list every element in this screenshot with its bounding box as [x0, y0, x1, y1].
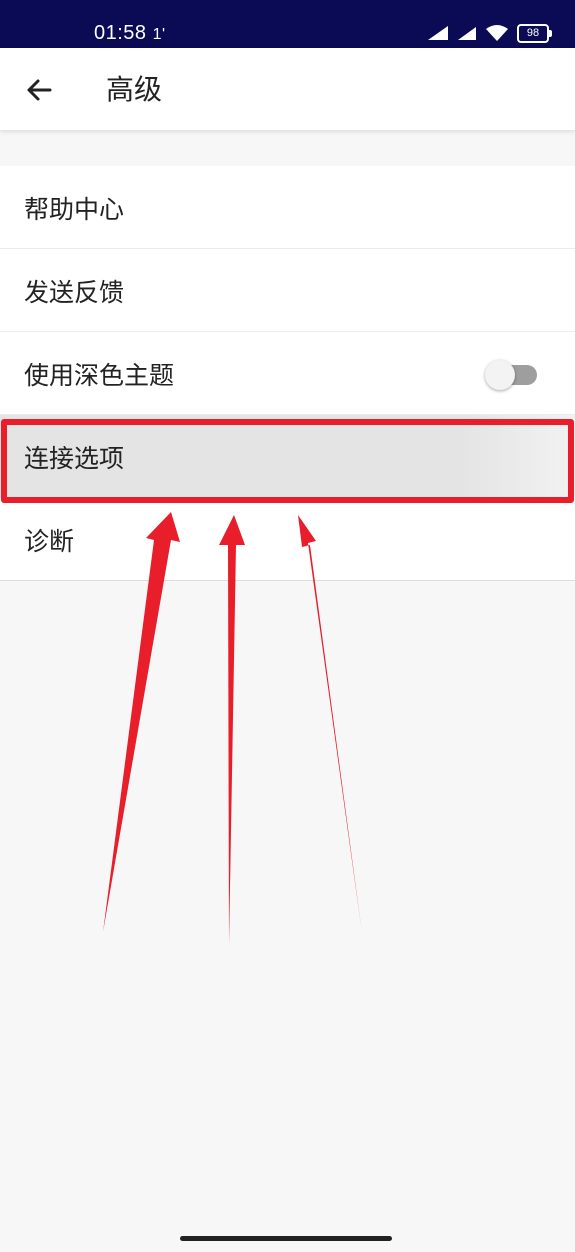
toggle-thumb — [485, 360, 515, 390]
home-indicator[interactable] — [180, 1236, 392, 1241]
status-icons: 98 — [427, 22, 552, 44]
dark-theme-toggle[interactable] — [485, 360, 537, 390]
settings-item-label: 诊断 — [24, 527, 75, 556]
app-bar: 高级 — [0, 48, 575, 130]
page-title: 高级 — [106, 73, 163, 106]
status-time: 01:58 1' — [94, 22, 166, 44]
settings-item-label: 发送反馈 — [24, 278, 125, 307]
signal-icon — [428, 26, 448, 40]
settings-list: 帮助中心 发送反馈 使用深色主题 连接选项 诊断 — [0, 166, 575, 581]
back-arrow-icon[interactable] — [20, 70, 60, 110]
settings-item-label: 连接选项 — [24, 444, 125, 473]
settings-item-send-feedback[interactable]: 发送反馈 — [0, 249, 575, 332]
settings-item-connection-options[interactable]: 连接选项 — [0, 415, 575, 498]
wifi-icon — [486, 25, 508, 41]
settings-item-diagnostics[interactable]: 诊断 — [0, 498, 575, 581]
settings-item-label: 使用深色主题 — [24, 361, 175, 390]
settings-item-dark-theme[interactable]: 使用深色主题 — [0, 332, 575, 415]
settings-item-label: 帮助中心 — [24, 195, 125, 224]
settings-item-help-center[interactable]: 帮助中心 — [0, 166, 575, 249]
signal-icon — [458, 27, 476, 40]
battery-icon: 98 — [517, 23, 552, 43]
status-bar: 01:58 1' 98 — [0, 0, 575, 48]
